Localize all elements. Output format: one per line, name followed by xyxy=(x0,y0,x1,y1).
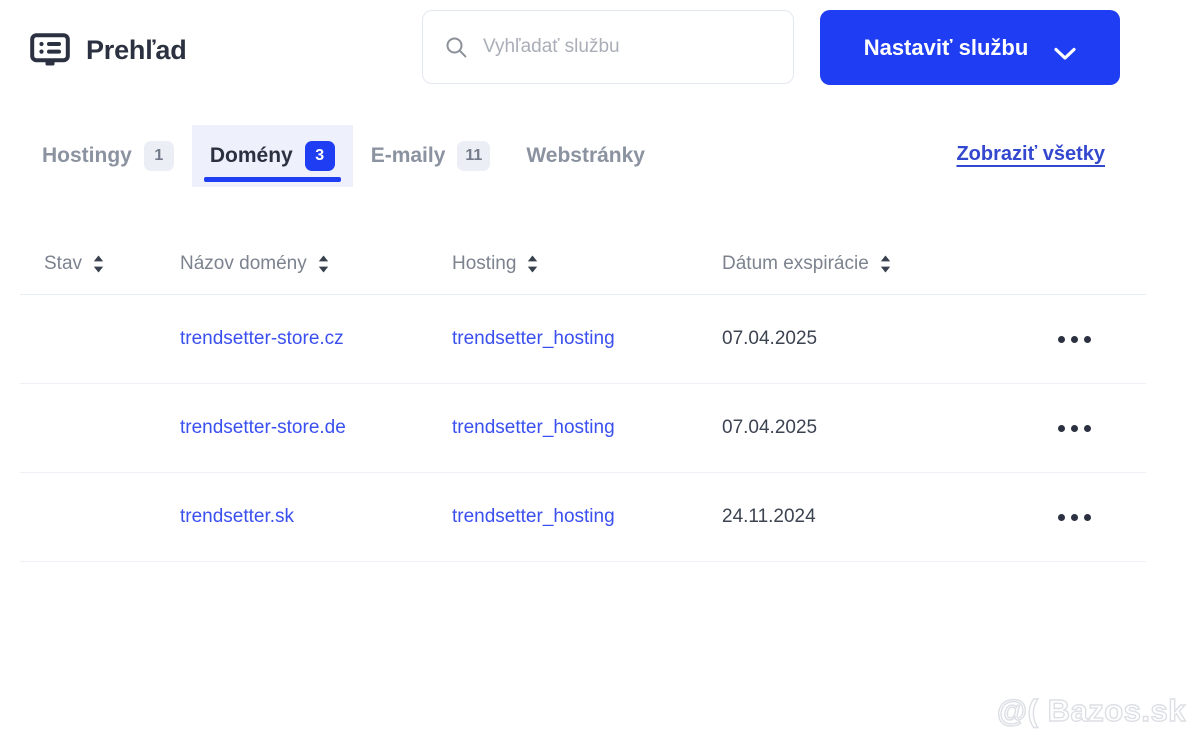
chevron-down-icon xyxy=(1054,41,1076,60)
cell-actions xyxy=(1002,328,1146,351)
column-label: Názov domény xyxy=(180,253,307,274)
cell-hosting: trendsetter_hosting xyxy=(452,506,722,528)
page-title: Prehľad xyxy=(86,34,187,65)
cell-expiration: 07.04.2025 xyxy=(722,417,818,438)
page-header: Prehľad Nastaviť službu xyxy=(0,0,1200,100)
tab-label: Webstránky xyxy=(526,144,645,167)
tab-badge: 1 xyxy=(143,141,174,171)
search-box[interactable] xyxy=(422,10,794,84)
domain-link[interactable]: trendsetter-store.de xyxy=(180,417,346,438)
tab-label: Domény xyxy=(209,144,293,167)
cell-status xyxy=(20,419,180,437)
cell-domain: trendsetter-store.cz xyxy=(180,328,452,350)
tab-badge: 3 xyxy=(304,141,335,171)
cell-hosting: trendsetter_hosting xyxy=(452,417,722,439)
sort-icon xyxy=(880,255,891,273)
tab-badge: 11 xyxy=(457,141,491,171)
column-label: Hosting xyxy=(452,253,517,274)
column-label: Dátum exspirácie xyxy=(722,253,869,274)
tab-domeny[interactable]: Domény 3 xyxy=(191,125,353,187)
services-table: Stav Názov domény Hosting Dátum exspirác… xyxy=(20,234,1146,562)
overview-page: Prehľad Nastaviť službu Hostingy xyxy=(0,0,1200,735)
monitor-list-icon xyxy=(30,33,70,67)
tabs-row: Hostingy 1 Domény 3 E-maily 11 Webstránk… xyxy=(0,125,1200,187)
sort-icon xyxy=(318,255,329,273)
tab-label: E-maily xyxy=(370,144,446,167)
column-label: Stav xyxy=(44,253,83,274)
tab-hostingy[interactable]: Hostingy 1 xyxy=(24,125,192,187)
tab-webstranky[interactable]: Webstránky xyxy=(508,125,663,187)
hosting-link[interactable]: trendsetter_hosting xyxy=(452,417,615,438)
tab-label: Hostingy xyxy=(42,144,132,167)
watermark: @( Bazos.sk xyxy=(996,692,1186,728)
search-icon xyxy=(445,36,467,58)
setup-service-button[interactable]: Nastaviť službu xyxy=(820,10,1120,85)
sort-icon xyxy=(93,255,104,273)
cell-actions xyxy=(1002,417,1146,440)
show-all-link[interactable]: Zobraziť všetky xyxy=(956,143,1105,166)
cell-domain: trendsetter-store.de xyxy=(180,417,452,439)
cell-status xyxy=(20,508,180,526)
column-header-datum-exspiracie[interactable]: Dátum exspirácie xyxy=(722,253,1002,275)
more-options-icon[interactable] xyxy=(1050,417,1099,440)
tab-emaily[interactable]: E-maily 11 xyxy=(353,125,509,187)
table-row: trendsetter-store.de trendsetter_hosting… xyxy=(20,384,1146,473)
search-input[interactable] xyxy=(483,36,771,58)
table-row: trendsetter-store.cz trendsetter_hosting… xyxy=(20,295,1146,384)
hosting-link[interactable]: trendsetter_hosting xyxy=(452,328,615,349)
cell-hosting: trendsetter_hosting xyxy=(452,328,722,350)
column-header-stav[interactable]: Stav xyxy=(20,253,180,275)
domain-link[interactable]: trendsetter.sk xyxy=(180,506,294,527)
table-row: trendsetter.sk trendsetter_hosting 24.11… xyxy=(20,473,1146,562)
domain-link[interactable]: trendsetter-store.cz xyxy=(180,328,344,349)
sort-icon xyxy=(527,255,538,273)
cell-actions xyxy=(1002,506,1146,529)
tabs: Hostingy 1 Domény 3 E-maily 11 Webstránk… xyxy=(24,125,663,187)
column-header-nazov-domeny[interactable]: Názov domény xyxy=(180,253,452,275)
cell-domain: trendsetter.sk xyxy=(180,506,452,528)
table-header-row: Stav Názov domény Hosting Dátum exspirác… xyxy=(20,234,1146,295)
cell-status xyxy=(20,330,180,348)
hosting-link[interactable]: trendsetter_hosting xyxy=(452,506,615,527)
column-header-hosting[interactable]: Hosting xyxy=(452,253,722,275)
cell-expiration: 24.11.2024 xyxy=(722,506,816,527)
setup-service-label: Nastaviť službu xyxy=(863,34,1029,60)
brand: Prehľad xyxy=(30,33,187,67)
cell-expiration: 07.04.2025 xyxy=(722,328,818,349)
more-options-icon[interactable] xyxy=(1050,506,1099,529)
more-options-icon[interactable] xyxy=(1050,328,1099,351)
